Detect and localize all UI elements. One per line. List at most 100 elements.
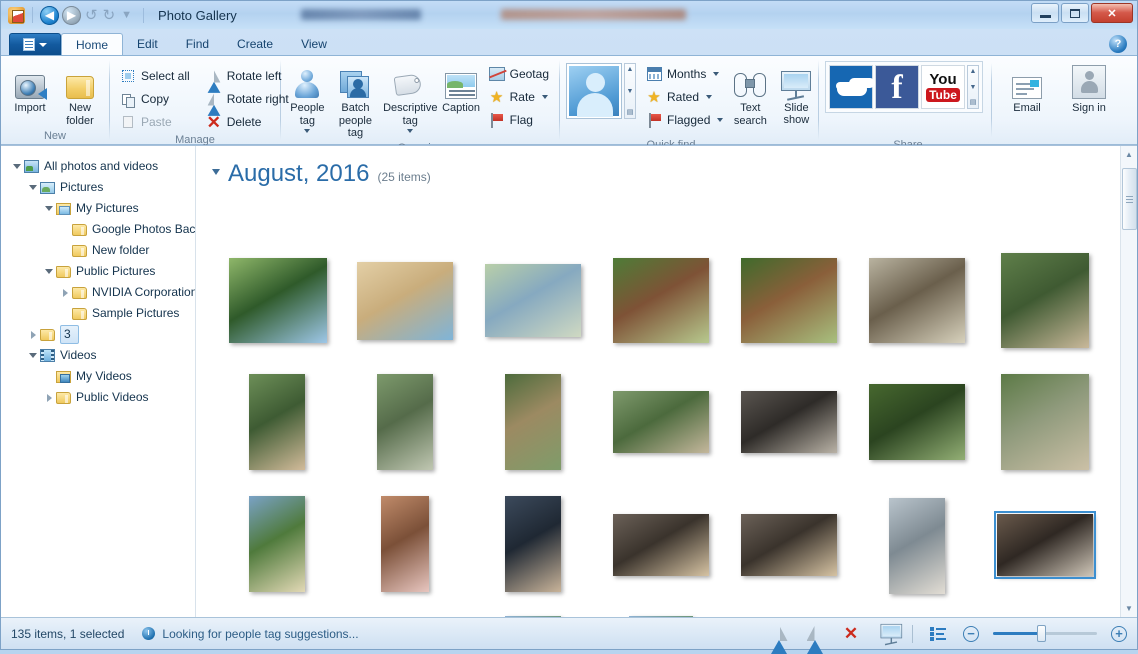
sidebar-item-new-folder[interactable]: New folder — [1, 240, 195, 261]
people-tag-button[interactable]: People tag — [287, 61, 328, 134]
share-services-gallery[interactable]: f You Tube ▲ ▼ ▤ — [825, 61, 983, 113]
sign-in-button[interactable]: Sign in — [1062, 61, 1116, 115]
thumbnail-cell[interactable] — [229, 258, 327, 343]
thumbnail-cell[interactable] — [889, 498, 945, 594]
thumbnail-cell[interactable] — [613, 258, 709, 343]
minimize-button[interactable] — [1031, 3, 1059, 23]
gallery-scroll-spinner[interactable]: ▲ ▼ ▤ — [624, 63, 636, 119]
expand-gallery-icon[interactable]: ▤ — [627, 109, 634, 116]
youtube-icon[interactable]: You Tube — [921, 65, 965, 109]
scroll-down-icon[interactable]: ▼ — [627, 88, 634, 95]
photo-thumbnail[interactable] — [613, 514, 709, 576]
person-thumbnail[interactable] — [566, 63, 622, 119]
thumbnail-cell[interactable] — [613, 514, 709, 576]
scroll-down-button[interactable]: ▼ — [1121, 600, 1138, 617]
thumbnail-cell[interactable] — [381, 496, 429, 592]
slider-knob[interactable] — [1036, 625, 1046, 642]
sidebar-item-all-photos-and-videos[interactable]: All photos and videos — [1, 156, 195, 177]
facebook-icon[interactable]: f — [875, 65, 919, 109]
batch-people-tag-button[interactable]: Batch people tag — [332, 61, 379, 140]
expand-collapse-open-icon[interactable] — [27, 353, 39, 358]
scroll-up-icon[interactable]: ▲ — [970, 68, 977, 75]
months-filter-button[interactable]: Months — [642, 64, 727, 84]
import-button[interactable]: Import — [7, 61, 53, 115]
thumbnail-cell[interactable] — [869, 384, 965, 460]
slideshow-button[interactable] — [876, 623, 903, 645]
photo-thumbnail[interactable] — [505, 374, 561, 470]
thumbnail-cell[interactable] — [377, 374, 433, 470]
sidebar-item-pictures[interactable]: Pictures — [1, 177, 195, 198]
thumbnail-cell[interactable] — [505, 496, 561, 592]
close-button[interactable]: ✕ — [1091, 3, 1133, 23]
thumbnail-cell[interactable] — [1001, 374, 1089, 470]
caption-button[interactable]: Caption — [441, 61, 480, 115]
undo-button[interactable]: ↺ — [84, 6, 99, 24]
thumbnail-cell[interactable] — [613, 391, 709, 453]
text-search-button[interactable]: Text search — [733, 61, 767, 127]
flagged-filter-button[interactable]: Flagged — [642, 110, 727, 130]
photo-thumbnail[interactable] — [377, 374, 433, 470]
zoom-in-button[interactable]: + — [1111, 625, 1127, 642]
delete-button[interactable]: ✕ — [840, 623, 862, 645]
zoom-slider[interactable] — [993, 625, 1097, 642]
rated-filter-button[interactable]: ★ Rated — [642, 87, 727, 107]
scrollbar-track[interactable] — [1121, 163, 1138, 600]
thumbnail-cell[interactable] — [994, 511, 1096, 579]
rate-button[interactable]: ★ Rate — [485, 87, 553, 107]
scrollbar-thumb[interactable] — [1121, 168, 1137, 230]
photo-thumbnail[interactable] — [249, 496, 305, 592]
collapse-group-icon[interactable] — [212, 169, 220, 175]
photo-thumbnail[interactable] — [1001, 374, 1089, 470]
select-all-button[interactable]: Select all — [116, 66, 194, 86]
photo-thumbnail[interactable] — [994, 511, 1096, 579]
sidebar-item-3[interactable]: 3 — [1, 324, 195, 345]
rotate-left-button[interactable] — [768, 623, 790, 654]
scroll-down-icon[interactable]: ▼ — [970, 84, 977, 91]
sidebar-item-my-videos[interactable]: My Videos — [1, 366, 195, 387]
email-button[interactable]: Email — [1000, 61, 1054, 115]
expand-collapse-open-icon[interactable] — [11, 164, 23, 169]
photo-thumbnail[interactable] — [889, 498, 945, 594]
rotate-left-button[interactable]: Rotate left — [202, 66, 293, 93]
slide-show-button[interactable]: Slide show — [779, 61, 813, 126]
tab-find[interactable]: Find — [172, 33, 223, 55]
thumbnail-cell[interactable] — [741, 258, 837, 343]
sidebar-item-my-pictures[interactable]: My Pictures — [1, 198, 195, 219]
redo-button[interactable]: ↻ — [102, 6, 117, 24]
copy-button[interactable]: Copy — [116, 89, 194, 109]
tab-create[interactable]: Create — [223, 33, 287, 55]
sidebar-item-public-pictures[interactable]: Public Pictures — [1, 261, 195, 282]
help-button[interactable]: ? — [1109, 35, 1127, 53]
expand-collapse-closed-icon[interactable] — [27, 330, 39, 339]
file-menu-button[interactable] — [9, 33, 61, 55]
sidebar-item-nvidia-corporation[interactable]: NVIDIA Corporation — [1, 282, 195, 303]
expand-collapse-closed-icon[interactable] — [59, 288, 71, 297]
back-button[interactable]: ◀ — [40, 5, 59, 25]
expand-collapse-closed-icon[interactable] — [43, 393, 55, 402]
people-gallery[interactable]: ▲ ▼ ▤ — [566, 61, 636, 119]
photo-thumbnail[interactable] — [613, 391, 709, 453]
thumbnail-cell[interactable] — [1001, 253, 1089, 348]
photo-thumbnail[interactable] — [613, 258, 709, 343]
tab-home[interactable]: Home — [61, 33, 124, 55]
forward-button[interactable]: ▶ — [62, 5, 81, 25]
tab-edit[interactable]: Edit — [123, 33, 172, 55]
share-scroll-spinner[interactable]: ▲ ▼ ▤ — [967, 65, 979, 109]
thumbnail-cell[interactable] — [869, 258, 965, 343]
scroll-up-button[interactable]: ▲ — [1121, 146, 1138, 163]
new-folder-button[interactable]: New folder — [57, 61, 103, 127]
onedrive-icon[interactable] — [829, 65, 873, 109]
photo-thumbnail[interactable] — [741, 391, 837, 453]
expand-gallery-icon[interactable]: ▤ — [970, 99, 977, 106]
tab-view[interactable]: View — [287, 33, 341, 55]
thumbnail-cell[interactable] — [357, 262, 453, 340]
rotate-right-button[interactable] — [804, 623, 826, 654]
sidebar-item-google-photos-backu[interactable]: Google Photos Backu — [1, 219, 195, 240]
expand-collapse-open-icon[interactable] — [43, 206, 55, 211]
thumbnail-cell[interactable] — [249, 496, 305, 592]
maximize-button[interactable] — [1061, 3, 1089, 23]
photo-thumbnail[interactable] — [357, 262, 453, 340]
photo-thumbnail[interactable] — [741, 514, 837, 576]
photo-thumbnail[interactable] — [505, 496, 561, 592]
descriptive-tag-button[interactable]: Descriptive tag — [383, 61, 437, 134]
